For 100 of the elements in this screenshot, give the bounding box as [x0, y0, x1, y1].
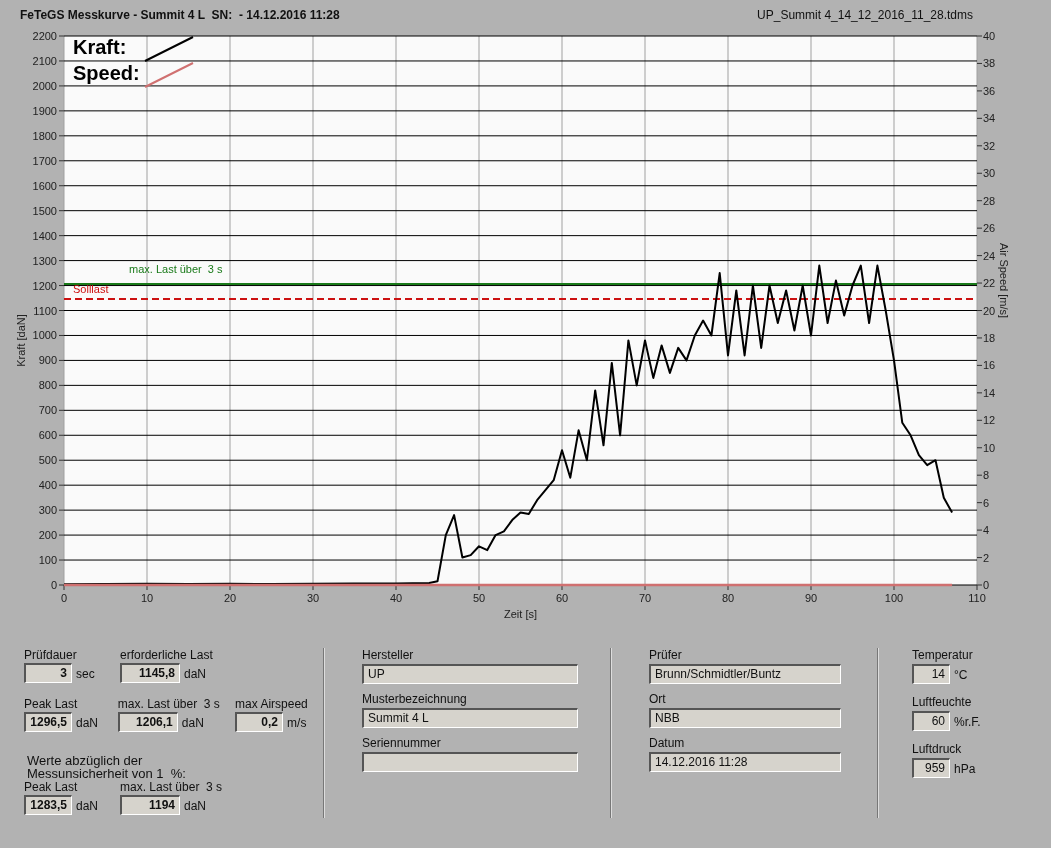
tick-label: 100: [884, 592, 904, 604]
field-label: max Airspeed: [235, 697, 309, 711]
tick-label: 18: [983, 331, 996, 344]
unit-label: %r.F.: [954, 714, 981, 731]
tick-label: 60: [555, 592, 569, 604]
unit-label: daN: [184, 798, 206, 815]
value-field: 60: [912, 711, 950, 731]
tick-label: 10: [983, 441, 996, 454]
tick-label: 8: [983, 469, 990, 482]
reference-label: max. Last über 3 s: [129, 263, 223, 275]
tick-label: 800: [38, 379, 57, 392]
unit-label: hPa: [954, 761, 976, 778]
axis-title: Air Speed [m/s]: [998, 242, 1010, 319]
tick-label: 1300: [32, 254, 57, 267]
tick-label: 1900: [32, 104, 57, 117]
axis-title: Kraft [daN]: [15, 314, 27, 367]
tick-label: 90: [804, 592, 818, 604]
tick-label: 1400: [32, 229, 57, 242]
value-field: 1296,5: [24, 712, 72, 732]
field-label: Hersteller: [362, 648, 415, 662]
legend-label: Kraft:: [73, 36, 127, 58]
tick-label: 22: [983, 277, 996, 290]
unit-label: daN: [76, 798, 98, 815]
tick-label: 900: [38, 354, 57, 367]
tick-label: 4: [983, 524, 990, 537]
tick-label: 38: [983, 57, 996, 70]
axis-title: Zeit [s]: [504, 608, 537, 620]
field-label: max. Last über 3 s: [120, 780, 224, 794]
legend-label: Speed:: [73, 62, 140, 84]
value-field: 14: [912, 664, 950, 684]
tick-label: 1500: [32, 204, 57, 217]
tick-label: 40: [983, 30, 996, 42]
tick-label: 200: [38, 529, 57, 542]
field-label: Peak Last: [24, 697, 79, 711]
field-label: max. Last über 3 s: [117, 697, 221, 711]
note-text: Werte abzüglich der: [27, 754, 144, 767]
legend-line: [144, 62, 194, 88]
tick-label: 1600: [32, 179, 57, 192]
value-field: 1206,1: [117, 712, 178, 732]
note-text: Messunsicherheit von 1 %:: [27, 767, 187, 780]
unit-label: daN: [181, 715, 204, 732]
tick-label: 0: [60, 592, 68, 604]
field-label: Musterbezeichnung: [362, 692, 468, 706]
value-field: 959: [912, 758, 950, 778]
tick-label: 2200: [32, 30, 57, 42]
tick-label: 2: [983, 551, 990, 564]
field-label: erforderliche Last: [120, 648, 214, 662]
tick-label: 110: [968, 592, 986, 604]
tick-label: 300: [38, 504, 57, 517]
tick-label: 32: [983, 139, 996, 152]
field-label: Peak Last: [24, 780, 79, 794]
tick-label: 26: [983, 222, 996, 235]
value-field: 1145,8: [120, 663, 180, 683]
window-title: FeTeGS Messkurve - Summit 4 L SN: - 14.12.2016 11:28: [20, 7, 340, 24]
tick-label: 400: [38, 479, 57, 492]
value-field: Brunn/Schmidtler/Buntz: [649, 664, 841, 684]
tick-label: 20: [223, 592, 237, 604]
field-label: Seriennummer: [362, 736, 442, 750]
tick-label: 1000: [32, 329, 57, 342]
unit-label: °C: [954, 667, 968, 684]
field-label: Luftdruck: [912, 742, 963, 756]
tick-label: 100: [38, 554, 57, 567]
unit-label: daN: [76, 715, 98, 732]
reference-label: Solllast: [73, 283, 109, 296]
unit-label: m/s: [287, 715, 307, 732]
unit-label: daN: [184, 666, 206, 683]
value-field: 1283,5: [24, 795, 72, 815]
tick-label: 12: [983, 414, 996, 427]
field-label: Temperatur: [912, 648, 974, 662]
tick-label: 30: [983, 167, 996, 180]
tick-label: 10: [140, 592, 154, 604]
tick-label: 16: [983, 359, 996, 372]
tick-label: 40: [389, 592, 403, 604]
value-field: 14.12.2016 11:28: [649, 752, 841, 772]
tick-label: 2000: [32, 79, 57, 92]
value-field: 3: [24, 663, 72, 683]
tick-label: 1100: [33, 304, 57, 317]
value-field: UP: [362, 664, 578, 684]
tick-label: 700: [38, 404, 57, 417]
tick-label: 2100: [32, 54, 57, 67]
value-field: Summit 4 L: [362, 708, 578, 728]
value-field: NBB: [649, 708, 841, 728]
field-label: Prüfer: [649, 648, 683, 662]
file-name: UP_Summit 4_14_12_2016_11_28.tdms: [757, 7, 973, 24]
field-label: Luftfeuchte: [912, 695, 973, 709]
tick-label: 36: [983, 84, 996, 97]
unit-label: sec: [76, 666, 95, 683]
field-label: Prüfdauer: [24, 648, 78, 662]
tick-label: 600: [38, 429, 57, 442]
tick-label: 0: [50, 579, 57, 591]
tick-label: 14: [983, 386, 996, 399]
value-field: 0,2: [235, 712, 284, 732]
tick-label: 30: [306, 592, 320, 604]
tick-label: 20: [983, 304, 996, 317]
tick-label: 6: [983, 496, 990, 509]
tick-label: 50: [472, 592, 486, 604]
tick-label: 500: [38, 454, 57, 467]
tick-label: 1200: [32, 279, 57, 292]
tick-label: 0: [983, 579, 990, 591]
tick-label: 1700: [32, 154, 57, 167]
